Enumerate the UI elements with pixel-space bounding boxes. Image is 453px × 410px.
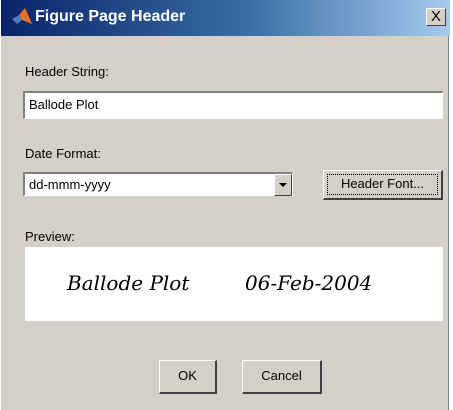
close-icon: X xyxy=(430,8,441,25)
preview-header-text: Ballode Plot xyxy=(67,271,190,295)
figure-page-header-dialog: Figure Page Header X Header String: Ball… xyxy=(0,0,450,410)
title-bar[interactable]: Figure Page Header X xyxy=(1,0,450,36)
date-format-label: Date Format: xyxy=(25,146,101,161)
dropdown-arrow-button[interactable] xyxy=(274,174,292,196)
preview-label: Preview: xyxy=(25,229,75,244)
header-string-input[interactable]: Ballode Plot xyxy=(23,91,443,119)
focus-rect xyxy=(327,174,438,195)
cancel-label: Cancel xyxy=(261,368,302,383)
ok-label: OK xyxy=(178,368,197,383)
date-format-value: dd-mmm-yyyy xyxy=(29,177,111,192)
close-button[interactable]: X xyxy=(426,8,446,26)
preview-panel: Ballode Plot 06-Feb-2004 xyxy=(25,247,443,321)
preview-date-text: 06-Feb-2004 xyxy=(245,271,373,295)
window-title: Figure Page Header xyxy=(35,8,186,25)
header-font-button[interactable]: Header Font... xyxy=(323,170,443,200)
date-format-select[interactable]: dd-mmm-yyyy xyxy=(23,172,293,196)
header-string-label: Header String: xyxy=(25,64,109,79)
ok-button[interactable]: OK xyxy=(159,360,217,394)
cancel-button[interactable]: Cancel xyxy=(242,360,322,394)
matlab-logo-icon xyxy=(12,8,32,24)
chevron-down-icon xyxy=(279,183,287,187)
